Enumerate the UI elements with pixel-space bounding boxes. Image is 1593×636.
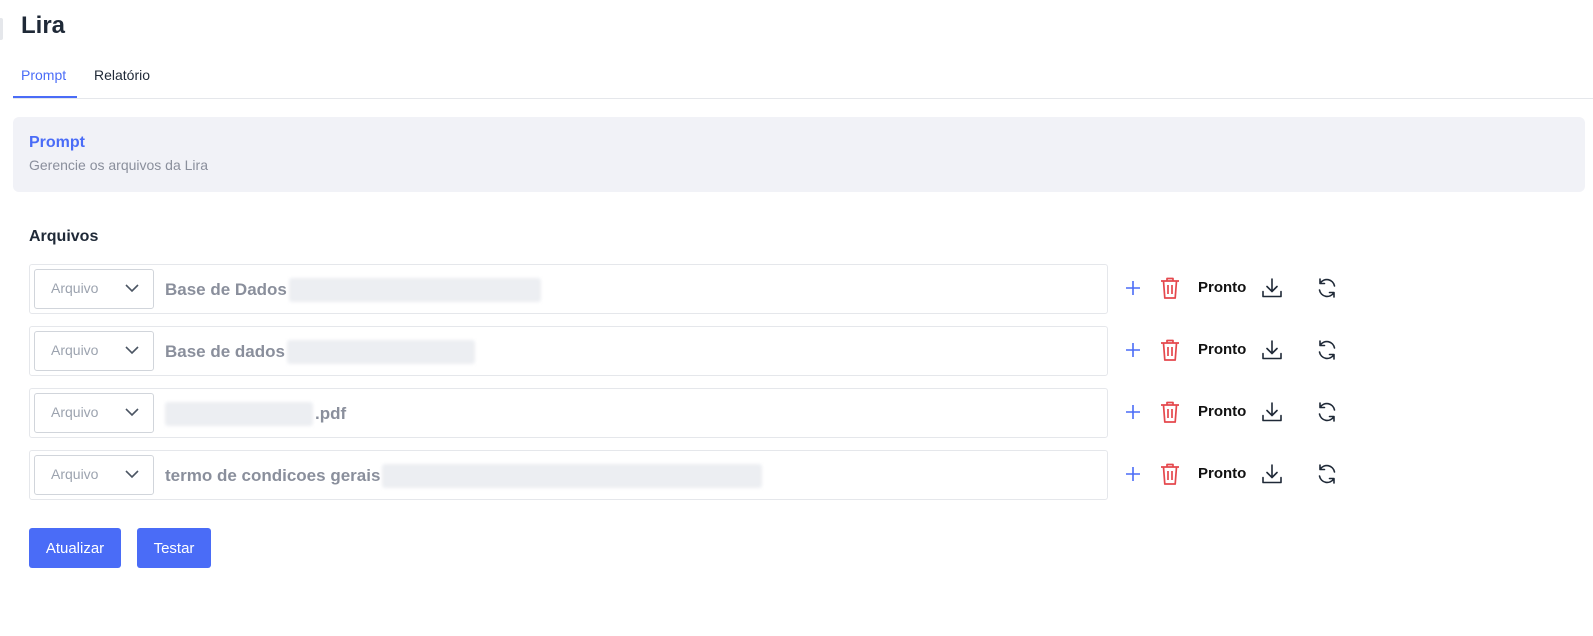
tab-bar: Prompt Relatório <box>13 56 1593 99</box>
info-title: Prompt <box>29 134 85 151</box>
file-type-value: Arquivo <box>51 466 99 482</box>
page-title: Lira <box>21 12 66 39</box>
redacted-text <box>165 402 313 426</box>
redacted-text <box>287 340 475 364</box>
file-type-select[interactable]: Arquivo <box>34 331 154 371</box>
plus-icon[interactable] <box>1124 341 1142 359</box>
refresh-icon[interactable] <box>1315 400 1339 424</box>
update-button[interactable]: Atualizar <box>29 528 121 568</box>
trash-icon[interactable] <box>1159 338 1181 362</box>
file-type-select[interactable]: Arquivo <box>34 393 154 433</box>
trash-icon[interactable] <box>1159 400 1181 424</box>
status-label: Pronto <box>1198 465 1247 482</box>
file-name[interactable]: termo de condicoes gerais <box>165 464 764 488</box>
file-name-suffix: .pdf <box>315 404 347 423</box>
file-type-select[interactable]: Arquivo <box>34 269 154 309</box>
download-icon[interactable] <box>1260 338 1284 362</box>
info-panel: Prompt Gerencie os arquivos da Lira <box>13 117 1585 192</box>
left-edge-marker <box>0 18 3 40</box>
trash-icon[interactable] <box>1159 276 1181 300</box>
file-type-value: Arquivo <box>51 342 99 358</box>
refresh-icon[interactable] <box>1315 462 1339 486</box>
file-name-text: termo de condicoes gerais <box>165 466 381 485</box>
file-row: Arquivo termo de condicoes gerais <box>29 450 1108 500</box>
file-name[interactable]: .pdf <box>165 402 346 426</box>
file-row: Arquivo .pdf <box>29 388 1108 438</box>
refresh-icon[interactable] <box>1315 338 1339 362</box>
status-label: Pronto <box>1198 341 1247 358</box>
tab-prompt[interactable]: Prompt <box>13 56 77 98</box>
file-name[interactable]: Base de dados <box>165 340 477 364</box>
plus-icon[interactable] <box>1124 279 1142 297</box>
redacted-text <box>288 278 541 302</box>
download-icon[interactable] <box>1260 400 1284 424</box>
file-name-text: Base de Dados <box>165 280 287 299</box>
info-subtitle: Gerencie os arquivos da Lira <box>29 157 208 173</box>
chevron-down-icon <box>125 408 139 417</box>
plus-icon[interactable] <box>1124 465 1142 483</box>
file-name-text: Base de dados <box>165 342 285 361</box>
file-type-select[interactable]: Arquivo <box>34 455 154 495</box>
file-row: Arquivo Base de Dados <box>29 264 1108 314</box>
status-label: Pronto <box>1198 279 1247 296</box>
trash-icon[interactable] <box>1159 462 1181 486</box>
status-label: Pronto <box>1198 403 1247 420</box>
refresh-icon[interactable] <box>1315 276 1339 300</box>
section-title-arquivos: Arquivos <box>29 228 99 245</box>
download-icon[interactable] <box>1260 462 1284 486</box>
redacted-text <box>382 464 763 488</box>
file-name[interactable]: Base de Dados <box>165 278 543 302</box>
file-type-value: Arquivo <box>51 280 99 296</box>
file-type-value: Arquivo <box>51 404 99 420</box>
tab-relatorio[interactable]: Relatório <box>86 56 158 97</box>
plus-icon[interactable] <box>1124 403 1142 421</box>
chevron-down-icon <box>125 284 139 293</box>
download-icon[interactable] <box>1260 276 1284 300</box>
chevron-down-icon <box>125 470 139 479</box>
test-button[interactable]: Testar <box>137 528 211 568</box>
file-row: Arquivo Base de dados <box>29 326 1108 376</box>
chevron-down-icon <box>125 346 139 355</box>
